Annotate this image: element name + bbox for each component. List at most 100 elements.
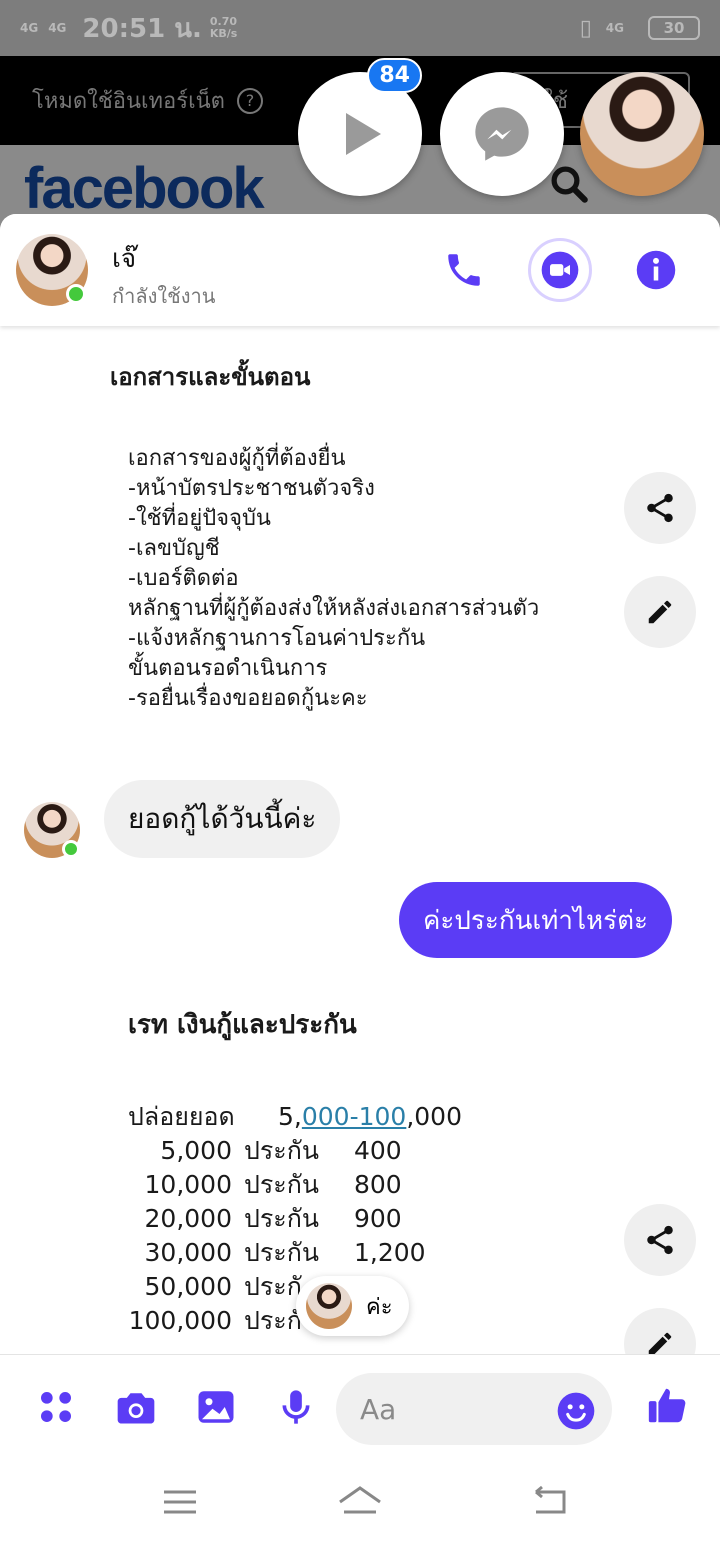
video-icon: [541, 251, 579, 289]
loan-amount: 20,000: [144, 1204, 232, 1233]
online-indicator: [62, 840, 80, 858]
fee-label: ประกัน: [244, 1238, 319, 1267]
contact-name[interactable]: เจ๊: [112, 238, 136, 279]
table-row: 20,000 ประกัน 900: [128, 1202, 462, 1236]
doc1-line: ขั้นตอนรอดำเนินการ: [128, 656, 328, 681]
release-row: ปล่อยยอด 5,000-100,000: [128, 1100, 462, 1134]
call-button[interactable]: [434, 240, 494, 300]
table-row: 5,000 ประกัน 400: [128, 1134, 462, 1168]
new-message-preview[interactable]: ค่ะ: [296, 1276, 409, 1336]
fee-amount: 1,200: [354, 1238, 426, 1267]
table-row: 100,000ประกั0: [128, 1304, 462, 1338]
release-post: ,000: [406, 1102, 462, 1131]
fee-amount: 900: [354, 1204, 402, 1233]
share-icon: [647, 493, 673, 523]
home-icon[interactable]: [336, 1482, 384, 1522]
network-type: 4G: [605, 21, 624, 35]
status-bar: 4G 4G 20:51 น. 0.70 KB/s ▯ 4G 30: [0, 0, 720, 56]
loan-amount: 100,000: [128, 1306, 232, 1335]
outgoing-message-text: ค่ะประกันเท่าไหร่ต่ะ: [423, 905, 648, 936]
online-indicator: [66, 284, 86, 304]
clock: 20:51 น.: [82, 13, 202, 44]
doc1-line: -เบอร์ติดต่อ: [128, 566, 239, 591]
fee-amount: 800: [354, 1170, 402, 1199]
table-row: 50,000ประกั0: [128, 1270, 462, 1304]
notification-badge: 84: [367, 58, 422, 93]
menu-icon[interactable]: [156, 1482, 204, 1522]
outgoing-message[interactable]: ค่ะประกันเท่าไหร่ต่ะ: [399, 882, 672, 958]
system-nav-bar: [0, 1460, 720, 1544]
incoming-message-text: ยอดกู้ได้วันนี้ค่ะ: [128, 802, 317, 835]
emoji-icon: [557, 1392, 595, 1430]
share-button[interactable]: [624, 1204, 696, 1276]
info-button[interactable]: [626, 240, 686, 300]
table-row: 10,000 ประกัน 800: [128, 1168, 462, 1202]
doc1-line: -รอยื่นเรื่องขอยอดกู้นะคะ: [128, 686, 368, 711]
messenger-chat-head[interactable]: [440, 72, 564, 196]
chat-panel: เจ๊ กำลังใช้งาน เอกสารและขั้นตอน เอกสารข…: [0, 214, 720, 1460]
video-chat-head[interactable]: 84: [298, 58, 422, 196]
incoming-message[interactable]: ยอดกู้ได้วันนี้ค่ะ: [104, 780, 341, 858]
edit-icon: [648, 600, 672, 624]
release-label: ปล่อยยอด: [128, 1102, 235, 1131]
internet-mode-text: โหมดใช้อินเทอร์เน็ต: [32, 89, 225, 114]
loan-amount: 30,000: [144, 1238, 232, 1267]
release-link[interactable]: 000-100: [302, 1102, 406, 1131]
apps-icon: [41, 1392, 71, 1422]
phone-icon: [448, 254, 480, 286]
document-image-1[interactable]: เอกสารและขั้นตอน เอกสารของผู้กู้ที่ต้องย…: [110, 362, 610, 714]
contact-status: กำลังใช้งาน: [112, 284, 216, 308]
info-icon: [636, 250, 676, 290]
facebook-logo: facebook: [24, 156, 265, 221]
voice-button[interactable]: [274, 1385, 318, 1429]
doc2-title: เรท เงินกู้และประกัน: [128, 1010, 357, 1040]
doc1-line: -แจ้งหลักฐานการโอนค่าประกัน: [128, 626, 426, 651]
network-speed: 0.70 KB/s: [210, 16, 237, 40]
fee-label: ประกัน: [244, 1204, 319, 1233]
apps-button[interactable]: [34, 1385, 78, 1429]
document-image-2[interactable]: เรท เงินกู้และประกัน: [128, 1010, 628, 1040]
play-icon: [346, 113, 381, 155]
chat-header: เจ๊ กำลังใช้งาน: [0, 214, 720, 326]
doc1-line: -เลขบัญชี: [128, 536, 220, 561]
loan-amount: 10,000: [144, 1170, 232, 1199]
emoji-button[interactable]: [556, 1391, 596, 1431]
edit-button[interactable]: [624, 576, 696, 648]
camera-icon: [117, 1393, 155, 1424]
doc1-line: -หน้าบัตรประชาชนตัวจริง: [128, 476, 375, 501]
speed-unit: KB/s: [209, 27, 238, 40]
loan-amount: 5,000: [160, 1136, 232, 1165]
release-range: 5,000-100,000: [278, 1100, 462, 1134]
mic-icon: [282, 1390, 310, 1424]
doc1-line: -ใช้ที่อยู่ปัจจุบัน: [128, 506, 271, 531]
fee-amount: 400: [354, 1136, 402, 1165]
messenger-icon: [475, 107, 529, 161]
search-icon[interactable]: [548, 163, 590, 205]
preview-avatar: [306, 1283, 352, 1329]
battery-indicator: 30: [648, 16, 700, 40]
video-call-button[interactable]: [528, 238, 592, 302]
fee-label: ประกัน: [244, 1136, 319, 1165]
image-icon: [198, 1391, 234, 1423]
fee-label: ประกัน: [244, 1170, 319, 1199]
gallery-button[interactable]: [194, 1385, 238, 1429]
doc1-line: เอกสารของผู้กู้ที่ต้องยื่น: [128, 446, 346, 471]
help-icon[interactable]: ?: [236, 87, 263, 114]
table-row: 30,000 ประกัน 1,200: [128, 1236, 462, 1270]
camera-button[interactable]: [114, 1385, 158, 1429]
doc1-title: เอกสารและขั้นตอน: [110, 363, 311, 391]
back-icon[interactable]: [526, 1482, 574, 1522]
message-composer: [0, 1354, 720, 1460]
contact-chat-head[interactable]: [580, 72, 704, 196]
rate-table: ปล่อยยอด 5,000-100,000 5,000 ประกัน 400 10…: [128, 1100, 462, 1338]
like-button[interactable]: [644, 1381, 692, 1429]
preview-text: ค่ะ: [366, 1294, 393, 1320]
share-icon: [647, 1225, 673, 1255]
like-icon: [648, 1388, 686, 1423]
release-pre: 5,: [278, 1102, 302, 1131]
signal-indicator-1: 4G: [20, 21, 39, 35]
doc1-line: หลักฐานที่ผู้กู้ต้องส่งให้หลังส่งเอกสารส…: [128, 596, 540, 621]
loan-amount: 50,000: [144, 1272, 232, 1301]
share-button[interactable]: [624, 472, 696, 544]
signal-indicator-2: 4G: [48, 21, 67, 35]
